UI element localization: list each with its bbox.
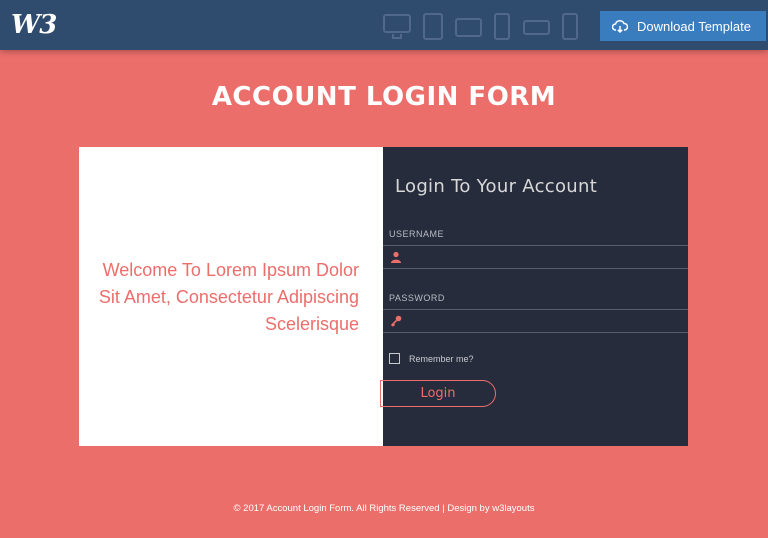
footer-text: © 2017 Account Login Form. All Rights Re…: [233, 503, 535, 514]
login-form-panel: Login To Your Account USERNAME PASSWORD …: [380, 147, 688, 446]
welcome-panel: Welcome To Lorem Ipsum Dolor Sit Amet, C…: [79, 147, 383, 446]
password-label: PASSWORD: [389, 293, 445, 303]
w3-logo[interactable]: W3: [11, 10, 57, 40]
login-card: Welcome To Lorem Ipsum Dolor Sit Amet, C…: [79, 147, 688, 446]
remember-me-checkbox[interactable]: [389, 353, 400, 364]
desktop-stand-icon: [392, 34, 402, 39]
download-template-button[interactable]: Download Template: [600, 11, 766, 41]
welcome-text: Welcome To Lorem Ipsum Dolor Sit Amet, C…: [98, 260, 359, 334]
form-heading: Login To Your Account: [395, 176, 598, 197]
download-template-label: Download Template: [637, 18, 751, 34]
page-title: ACCOUNT LOGIN FORM: [211, 82, 557, 112]
tablet-landscape-icon[interactable]: [455, 18, 482, 37]
username-field-row: [383, 245, 688, 269]
password-input[interactable]: [409, 312, 679, 330]
phone-icon[interactable]: [494, 13, 510, 40]
password-field-row: [383, 309, 688, 333]
desktop-icon[interactable]: [383, 14, 411, 33]
key-icon: [390, 315, 402, 327]
tablet-icon[interactable]: [423, 13, 443, 40]
top-bar: W3 Download Template: [0, 0, 768, 50]
login-button[interactable]: Login: [380, 380, 496, 407]
phone-landscape-icon[interactable]: [523, 20, 550, 35]
username-label: USERNAME: [389, 229, 445, 239]
user-icon: [391, 251, 401, 263]
username-input[interactable]: [409, 248, 679, 266]
remember-me-row: Remember me?: [389, 353, 474, 364]
cloud-download-icon: [612, 19, 628, 33]
basic-phone-icon[interactable]: [562, 13, 578, 40]
remember-me-label[interactable]: Remember me?: [409, 354, 474, 364]
